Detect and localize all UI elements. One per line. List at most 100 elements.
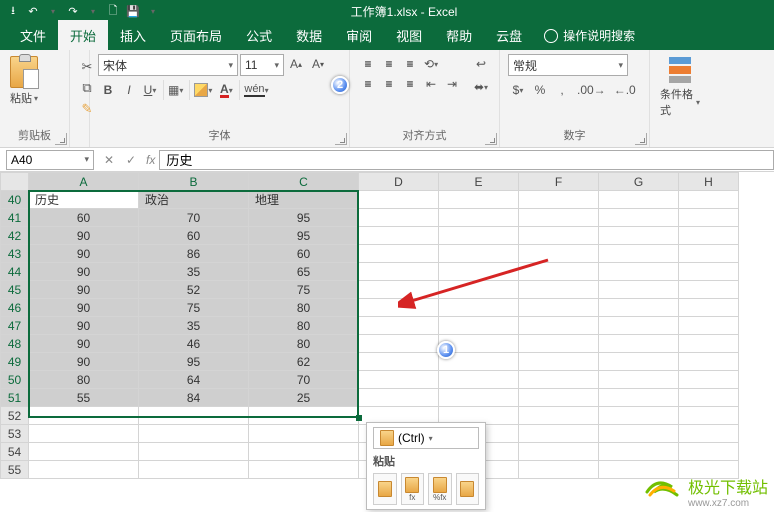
formula-bar[interactable]: 历史 [159, 150, 774, 170]
cell-E44[interactable] [439, 263, 519, 281]
cell-C55[interactable] [249, 461, 359, 479]
cell-F54[interactable] [519, 443, 599, 461]
cell-H41[interactable] [679, 209, 739, 227]
cell-H55[interactable] [679, 461, 739, 479]
cell-H46[interactable] [679, 299, 739, 317]
cell-B52[interactable] [139, 407, 249, 425]
save-icon[interactable]: 💾 [126, 4, 140, 18]
cell-C43[interactable]: 60 [249, 245, 359, 263]
cell-B41[interactable]: 70 [139, 209, 249, 227]
cell-B46[interactable]: 75 [139, 299, 249, 317]
paste-options-toggle[interactable]: (Ctrl) ▾ [373, 427, 479, 449]
align-center-button[interactable]: ≡ [379, 74, 399, 94]
paste-option-keep-fmt[interactable] [456, 473, 480, 505]
cell-G55[interactable] [599, 461, 679, 479]
enter-formula-button[interactable]: ✓ [122, 153, 140, 167]
cell-A55[interactable] [29, 461, 139, 479]
col-header-B[interactable]: B [139, 173, 249, 191]
merge-button[interactable]: ⬌▾ [468, 77, 494, 97]
cell-H43[interactable] [679, 245, 739, 263]
clipboard-launcher[interactable] [55, 133, 67, 145]
orientation-button[interactable]: ⟲▾ [421, 54, 441, 74]
row-header-49[interactable]: 49 [1, 353, 29, 371]
cell-B45[interactable]: 52 [139, 281, 249, 299]
row-header-41[interactable]: 41 [1, 209, 29, 227]
row-header-46[interactable]: 46 [1, 299, 29, 317]
tab-view[interactable]: 视图 [384, 20, 434, 50]
font-size-combo[interactable]: 11 ▾ [240, 54, 284, 76]
number-launcher[interactable] [635, 133, 647, 145]
font-launcher[interactable] [335, 133, 347, 145]
cell-H52[interactable] [679, 407, 739, 425]
new-icon[interactable]: 🗋 [106, 4, 120, 18]
cell-D42[interactable] [359, 227, 439, 245]
col-header-G[interactable]: G [599, 173, 679, 191]
cell-E48[interactable] [439, 335, 519, 353]
bold-button[interactable]: B [98, 80, 118, 100]
cell-D47[interactable] [359, 317, 439, 335]
cell-E51[interactable] [439, 389, 519, 407]
tab-review[interactable]: 审阅 [334, 20, 384, 50]
undo-icon[interactable]: ↶ [26, 4, 40, 18]
cell-F42[interactable] [519, 227, 599, 245]
cell-C53[interactable] [249, 425, 359, 443]
paste-option-formulas[interactable]: fx [401, 473, 425, 505]
row-header-55[interactable]: 55 [1, 461, 29, 479]
cell-A44[interactable]: 90 [29, 263, 139, 281]
decrease-decimal-button[interactable]: ←.0 [611, 80, 639, 100]
font-color-button[interactable]: A▾ [216, 80, 236, 100]
tab-home[interactable]: 开始 [58, 20, 108, 50]
cell-F51[interactable] [519, 389, 599, 407]
cell-B44[interactable]: 35 [139, 263, 249, 281]
cell-F45[interactable] [519, 281, 599, 299]
cell-G53[interactable] [599, 425, 679, 443]
cell-C42[interactable]: 95 [249, 227, 359, 245]
cell-D40[interactable] [359, 191, 439, 209]
cell-A53[interactable] [29, 425, 139, 443]
cell-C45[interactable]: 75 [249, 281, 359, 299]
cell-B50[interactable]: 64 [139, 371, 249, 389]
decrease-indent-button[interactable]: ⇤ [421, 74, 441, 94]
cell-E47[interactable] [439, 317, 519, 335]
cell-C46[interactable]: 80 [249, 299, 359, 317]
cell-D51[interactable] [359, 389, 439, 407]
cell-D45[interactable] [359, 281, 439, 299]
cell-F41[interactable] [519, 209, 599, 227]
cell-F46[interactable] [519, 299, 599, 317]
cell-H44[interactable] [679, 263, 739, 281]
select-all-corner[interactable] [1, 173, 29, 191]
cell-B47[interactable]: 35 [139, 317, 249, 335]
cell-E46[interactable] [439, 299, 519, 317]
italic-button[interactable]: I [119, 80, 139, 100]
tab-layout[interactable]: 页面布局 [158, 20, 234, 50]
col-header-F[interactable]: F [519, 173, 599, 191]
cell-A40[interactable]: 历史 [29, 191, 139, 209]
cell-F52[interactable] [519, 407, 599, 425]
cell-G48[interactable] [599, 335, 679, 353]
col-header-C[interactable]: C [249, 173, 359, 191]
row-header-42[interactable]: 42 [1, 227, 29, 245]
paste-option-all[interactable] [373, 473, 397, 505]
cell-E43[interactable] [439, 245, 519, 263]
cell-B51[interactable]: 84 [139, 389, 249, 407]
wrap-text-button[interactable]: ↩ [468, 54, 494, 74]
cell-E40[interactable] [439, 191, 519, 209]
cell-D44[interactable] [359, 263, 439, 281]
font-family-combo[interactable]: 宋体 ▾ [98, 54, 238, 76]
tell-me-search[interactable]: 操作说明搜索 [534, 21, 645, 50]
cell-E42[interactable] [439, 227, 519, 245]
cell-F43[interactable] [519, 245, 599, 263]
cell-F40[interactable] [519, 191, 599, 209]
cell-A50[interactable]: 80 [29, 371, 139, 389]
redo-dropdown[interactable]: ▾ [86, 4, 100, 18]
align-middle-button[interactable]: ≡ [379, 54, 399, 74]
tab-file[interactable]: 文件 [8, 20, 58, 50]
cell-A43[interactable]: 90 [29, 245, 139, 263]
cell-D43[interactable] [359, 245, 439, 263]
cell-B43[interactable]: 86 [139, 245, 249, 263]
row-header-40[interactable]: 40 [1, 191, 29, 209]
accounting-button[interactable]: $▾ [508, 80, 528, 100]
tab-yunpan[interactable]: 云盘 [484, 20, 534, 50]
cell-D49[interactable] [359, 353, 439, 371]
tab-data[interactable]: 数据 [284, 20, 334, 50]
